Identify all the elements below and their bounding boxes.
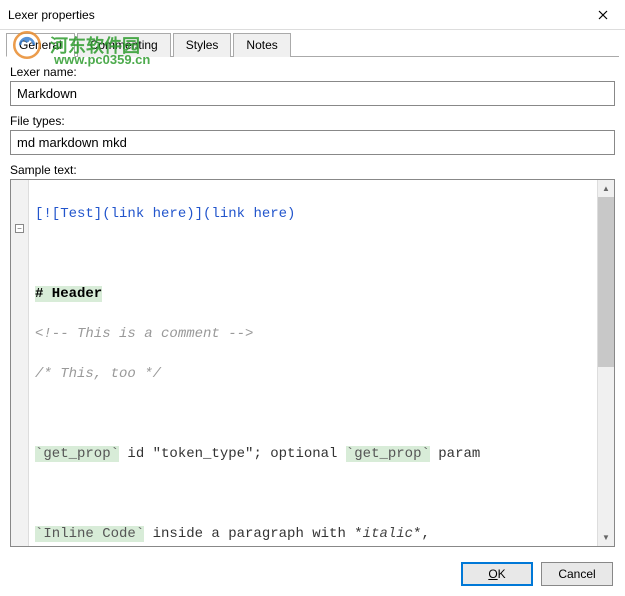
lexer-name-input[interactable] xyxy=(10,81,615,106)
file-types-input[interactable] xyxy=(10,130,615,155)
close-icon xyxy=(598,10,608,20)
lexer-name-label: Lexer name: xyxy=(10,65,615,79)
sample-text-label: Sample text: xyxy=(10,163,615,177)
sample-link-text: [![Test] xyxy=(35,206,102,222)
tab-styles[interactable]: Styles xyxy=(173,33,232,57)
cancel-button[interactable]: Cancel xyxy=(541,562,613,586)
titlebar: Lexer properties xyxy=(0,0,625,30)
dialog-buttons: OK Cancel xyxy=(461,562,613,586)
sample-comment: <!-- This is a comment --> xyxy=(35,326,253,342)
window-title: Lexer properties xyxy=(8,8,580,22)
close-button[interactable] xyxy=(580,0,625,30)
watermark-overlay: 河东软件园 www.pc0359.cn xyxy=(10,28,140,62)
tab-content: Lexer name: File types: Sample text: − [… xyxy=(0,57,625,555)
scroll-thumb[interactable] xyxy=(598,197,614,367)
code-view[interactable]: [![Test](link here)](link here) # Header… xyxy=(29,180,597,546)
scroll-up-icon[interactable]: ▲ xyxy=(598,180,614,197)
watermark-url: www.pc0359.cn xyxy=(54,52,150,67)
sample-header: # Header xyxy=(35,286,102,302)
ok-button[interactable]: OK xyxy=(461,562,533,586)
fold-icon[interactable]: − xyxy=(15,224,24,233)
watermark-logo xyxy=(10,28,44,62)
code-gutter: − xyxy=(11,180,29,546)
tab-notes[interactable]: Notes xyxy=(233,33,290,57)
file-types-label: File types: xyxy=(10,114,615,128)
scroll-down-icon[interactable]: ▼ xyxy=(598,529,614,546)
sample-text-area[interactable]: − [![Test](link here)](link here) # Head… xyxy=(10,179,615,547)
vertical-scrollbar[interactable]: ▲ ▼ xyxy=(597,180,614,546)
